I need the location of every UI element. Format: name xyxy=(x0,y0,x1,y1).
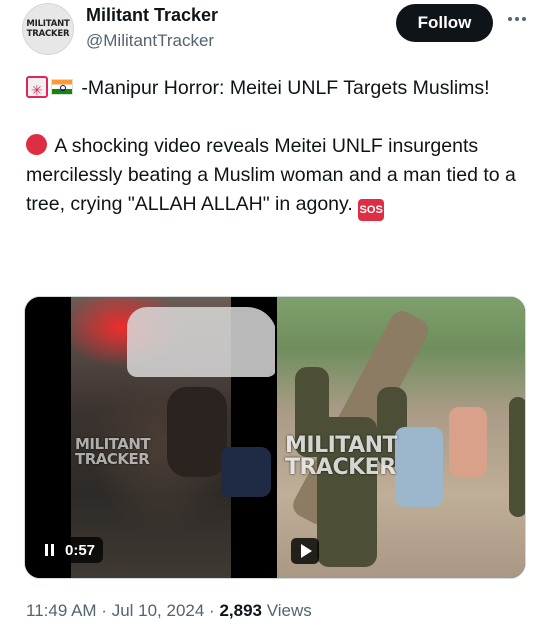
play-button[interactable] xyxy=(291,538,319,564)
rotating-light-emoji xyxy=(26,76,48,105)
video-right[interactable]: MILITANT TRACKER xyxy=(277,297,525,578)
author-display-name[interactable]: Militant Tracker xyxy=(86,5,218,26)
tweet-body-paragraph: A shocking video reveals Meitei UNLF ins… xyxy=(26,132,526,221)
views-label: Views xyxy=(261,601,312,620)
india-flag-emoji xyxy=(51,79,73,95)
tweet-text: -Manipur Horror: Meitei UNLF Targets Mus… xyxy=(26,74,526,221)
tweet-time[interactable]: 11:49 AM xyxy=(26,601,97,620)
sos-emoji: SOS xyxy=(358,199,385,221)
avatar-logo-line2: TRACKER xyxy=(26,29,70,39)
tweet-body: A shocking video reveals Meitei UNLF ins… xyxy=(26,135,516,215)
media-grid: MILITANT TRACKER 0:57 MILITANT TRACKER xyxy=(24,296,526,579)
more-horizontal-icon[interactable] xyxy=(506,8,528,30)
tweet-date[interactable]: Jul 10, 2024 xyxy=(112,601,205,620)
tweet-meta: 11:49 AM · Jul 10, 2024 · 2,893 Views xyxy=(26,601,312,621)
meta-separator: · xyxy=(204,601,220,620)
follow-button[interactable]: Follow xyxy=(396,4,493,42)
play-icon xyxy=(301,544,312,558)
watermark-right: MILITANT TRACKER xyxy=(285,433,398,480)
tweet-headline-paragraph: -Manipur Horror: Meitei UNLF Targets Mus… xyxy=(26,74,526,105)
avatar[interactable]: MILITANT TRACKER xyxy=(22,3,74,55)
watermark-left: MILITANT TRACKER xyxy=(75,435,151,468)
author-handle[interactable]: @MilitantTracker xyxy=(86,31,214,51)
avatar-logo-line1: MILITANT xyxy=(26,19,70,29)
red-circle-emoji xyxy=(26,134,47,155)
video-time-chip[interactable]: 0:57 xyxy=(37,537,104,563)
pause-icon[interactable] xyxy=(45,544,57,556)
meta-separator: · xyxy=(96,601,112,620)
views-count[interactable]: 2,893 xyxy=(219,601,262,620)
tweet-headline: -Manipur Horror: Meitei UNLF Targets Mus… xyxy=(76,77,490,99)
video-left[interactable]: MILITANT TRACKER 0:57 xyxy=(25,297,275,578)
tweet-post: MILITANT TRACKER Militant Tracker @Milit… xyxy=(0,0,547,634)
video-time-label: 0:57 xyxy=(65,541,96,559)
